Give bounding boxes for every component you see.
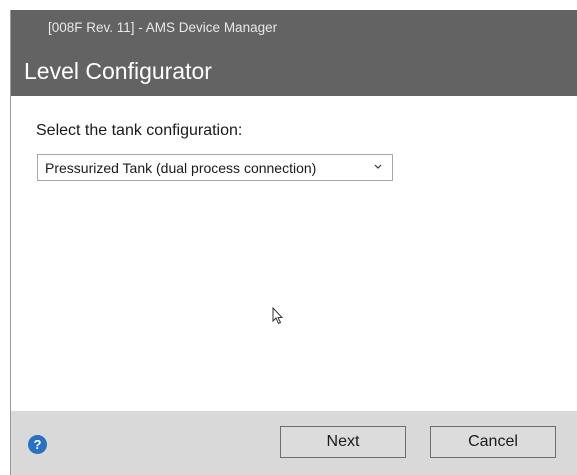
level-configurator-window: [008F Rev. 11] - AMS Device Manager Leve… — [10, 10, 577, 475]
help-icon[interactable]: ? — [28, 435, 47, 454]
next-button[interactable]: Next — [280, 426, 406, 458]
dialog-footer: ? Next Cancel — [11, 411, 577, 475]
cancel-button[interactable]: Cancel — [430, 426, 556, 458]
window-subtitle: [008F Rev. 11] - AMS Device Manager — [48, 20, 278, 35]
page-title: Level Configurator — [24, 58, 212, 84]
window-header: [008F Rev. 11] - AMS Device Manager Leve… — [11, 10, 577, 96]
tank-configuration-select[interactable]: Pressurized Tank (dual process connectio… — [37, 154, 393, 181]
tank-configuration-prompt: Select the tank configuration: — [36, 122, 243, 139]
chevron-down-icon — [374, 164, 382, 169]
tank-configuration-selected-value: Pressurized Tank (dual process connectio… — [45, 160, 317, 176]
mouse-cursor-icon — [272, 307, 284, 325]
